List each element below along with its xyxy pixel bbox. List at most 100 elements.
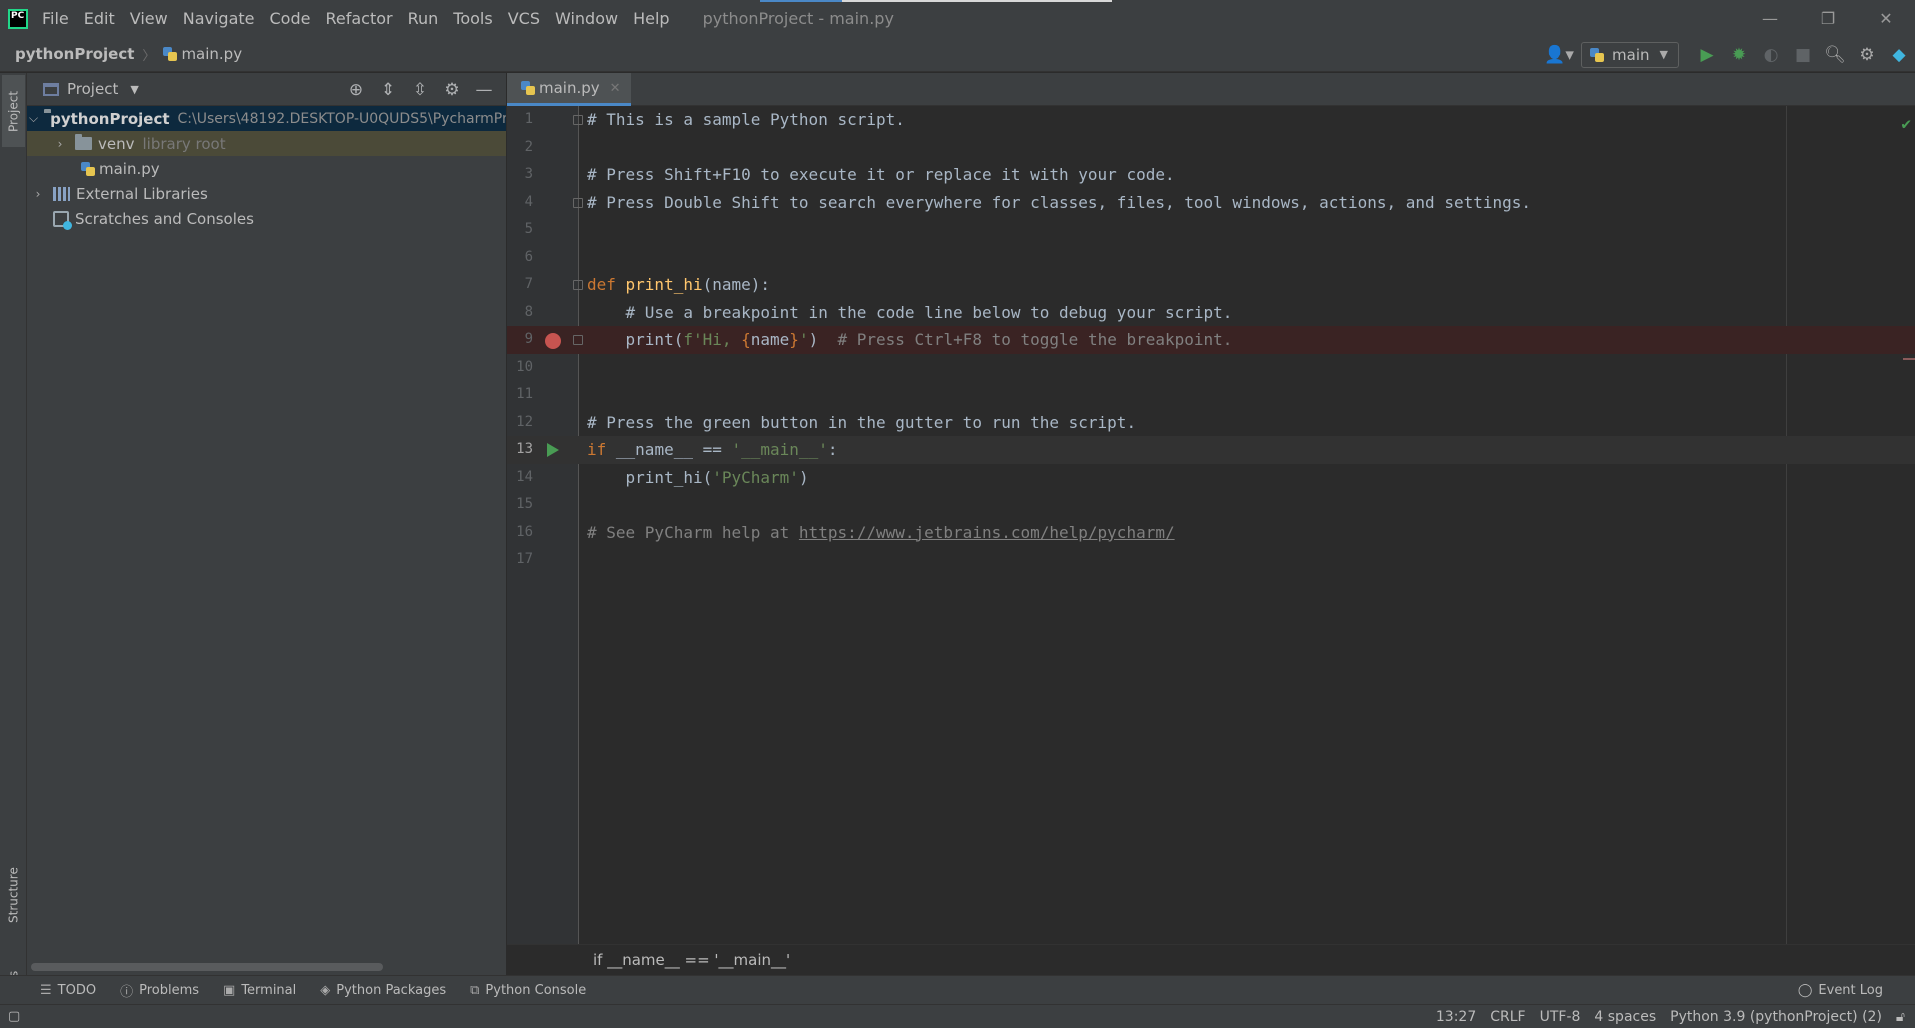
code-function-name: print_hi [625,275,703,294]
terminal-label: Terminal [241,982,297,998]
run-icon[interactable]: ▶ [1691,37,1723,72]
python-interpreter[interactable]: Python 3.9 (pythonProject) (2) [1670,1009,1882,1025]
hide-panel-icon[interactable]: — [468,80,500,100]
code-plain: ) [808,330,838,349]
code-line-breakpoint[interactable]: 9 print(f'Hi, {name}') # Press Ctrl+F8 t… [507,326,1915,354]
editor-tab-main-py[interactable]: main.py ✕ [507,73,631,106]
menu-edit[interactable]: Edit [84,9,115,28]
code-editor[interactable]: ✔ 1 # This is a sample Python script. 2 … [507,106,1915,944]
menu-navigate[interactable]: Navigate [183,9,255,28]
coverage-icon[interactable]: ◐ [1755,37,1787,72]
menu-code[interactable]: Code [270,9,311,28]
code-plain: name [750,330,790,349]
menu-refactor[interactable]: Refactor [325,9,392,28]
code-line[interactable]: 7 def print_hi(name): [507,271,1915,299]
event-log-button[interactable]: ◯ Event Log [1798,976,1883,1005]
minimize-button[interactable]: — [1741,0,1799,37]
code-line[interactable]: 16 # See PyCharm help at https://www.jet… [507,519,1915,547]
code-line[interactable]: 11 [507,381,1915,409]
fold-icon[interactable] [573,115,583,125]
search-icon[interactable]: 🔍︎ [1819,37,1851,72]
tree-item-main-py[interactable]: main.py [27,156,506,181]
breakpoint-icon[interactable] [545,333,561,349]
nav-file-crumb[interactable]: main.py [163,45,242,63]
collapse-all-icon[interactable]: ⇳ [404,80,436,100]
nav-project-crumb[interactable]: pythonProject [15,45,134,63]
fold-icon[interactable] [573,335,583,345]
tool-tab-problems[interactable]: ⓘ Problems [120,981,199,1000]
code-line[interactable]: 3 # Press Shift+F10 to execute it or rep… [507,161,1915,189]
tree-item-venv[interactable]: › venv library root [27,131,506,156]
tree-item-scratches[interactable]: Scratches and Consoles [27,206,506,231]
caret-position[interactable]: 13:27 [1436,1009,1476,1025]
fold-icon[interactable] [573,197,583,208]
code-line[interactable]: 10 [507,354,1915,382]
expand-all-icon[interactable]: ⇕ [372,80,404,100]
tool-tab-todo[interactable]: ☰ TODO [40,983,96,998]
chevron-right-icon[interactable]: › [29,187,47,201]
code-with-me-icon[interactable]: ◆ [1883,37,1915,72]
tool-tab-structure[interactable]: Structure [2,853,25,937]
gear-icon[interactable]: ⚙ [436,80,468,100]
code-text: print_hi('PyCharm') [587,464,809,492]
code-text: # This is a sample Python script. [587,110,905,129]
code-line[interactable]: 17 [507,546,1915,574]
horizontal-scrollbar[interactable] [31,963,383,971]
code-line[interactable]: 2 [507,134,1915,162]
code-line[interactable]: 12 # Press the green button in the gutte… [507,409,1915,437]
debug-bug-icon[interactable]: ✹ [1723,37,1755,72]
menu-file[interactable]: File [42,9,69,28]
todo-label: TODO [57,982,97,998]
code-line[interactable]: 6 [507,244,1915,272]
stop-icon[interactable]: ■ [1787,37,1819,72]
code-line[interactable]: 1 # This is a sample Python script. [507,106,1915,134]
main-py-label: main.py [99,159,160,178]
line-separator[interactable]: CRLF [1490,1009,1525,1025]
lock-icon[interactable]: 🔓︎ [1896,1009,1905,1025]
layout-toggle-icon[interactable]: ▢ [8,1009,20,1024]
tree-item-external-libraries[interactable]: › External Libraries [27,181,506,206]
help-link[interactable]: https://www.jetbrains.com/help/pycharm/ [799,523,1175,542]
close-window-button[interactable]: ✕ [1857,0,1915,37]
menu-vcs[interactable]: VCS [508,9,540,28]
indent-setting[interactable]: 4 spaces [1594,1009,1656,1025]
code-line[interactable]: 4 # Press Double Shift to search everywh… [507,189,1915,217]
chevron-right-icon[interactable]: › [51,137,69,151]
fold-icon[interactable] [573,280,583,290]
code-line-current[interactable]: 13 if __name__ == '__main__': [507,436,1915,464]
run-gutter-icon[interactable] [547,443,559,457]
code-plain: ) [798,467,809,487]
gear-icon[interactable]: ⚙ [1851,37,1883,72]
code-line[interactable]: 5 [507,216,1915,244]
code-keyword: if [587,440,616,459]
editor-breadcrumb-label: if __name__ == '__main__' [593,951,791,969]
project-view-selector[interactable]: Project ▼ [43,80,139,98]
tool-tab-python-packages[interactable]: ◈ Python Packages [320,983,446,998]
tree-item-project-root[interactable]: ⌵ pythonProject C:\Users\48192.DESKTOP-U… [27,106,506,131]
locate-file-icon[interactable]: ⊕ [340,80,372,100]
code-string: 'PyCharm' [712,467,799,487]
menu-tools[interactable]: Tools [453,9,492,28]
python-console-label: Python Console [485,982,587,998]
pycharm-logo-icon [8,8,28,29]
menu-help[interactable]: Help [633,9,669,28]
restore-button[interactable]: ❐ [1799,0,1857,37]
chevron-down-icon[interactable]: ⌵ [29,111,38,126]
left-tool-stripe: Project Structure Favorites [0,73,27,1025]
terminal-icon: ▣ [223,982,236,998]
tool-tab-terminal[interactable]: ▣ Terminal [223,983,296,998]
file-encoding[interactable]: UTF-8 [1540,1009,1581,1025]
close-tab-icon[interactable]: ✕ [610,81,621,96]
run-configuration-selector[interactable]: main ▼ [1581,41,1679,68]
tool-tab-project[interactable]: Project [2,75,25,147]
tool-tab-python-console[interactable]: ⧉ Python Console [470,983,586,998]
user-account-icon[interactable]: 👤▾ [1543,37,1575,72]
code-line[interactable]: 8 # Use a breakpoint in the code line be… [507,299,1915,327]
menu-view[interactable]: View [130,9,168,28]
code-line[interactable]: 15 [507,491,1915,519]
editor-breadcrumb[interactable]: if __name__ == '__main__' [507,944,1915,975]
menu-run[interactable]: Run [408,9,439,28]
list-icon: ☰ [40,982,52,998]
code-line[interactable]: 14 print_hi('PyCharm') [507,464,1915,492]
menu-window[interactable]: Window [555,9,618,28]
